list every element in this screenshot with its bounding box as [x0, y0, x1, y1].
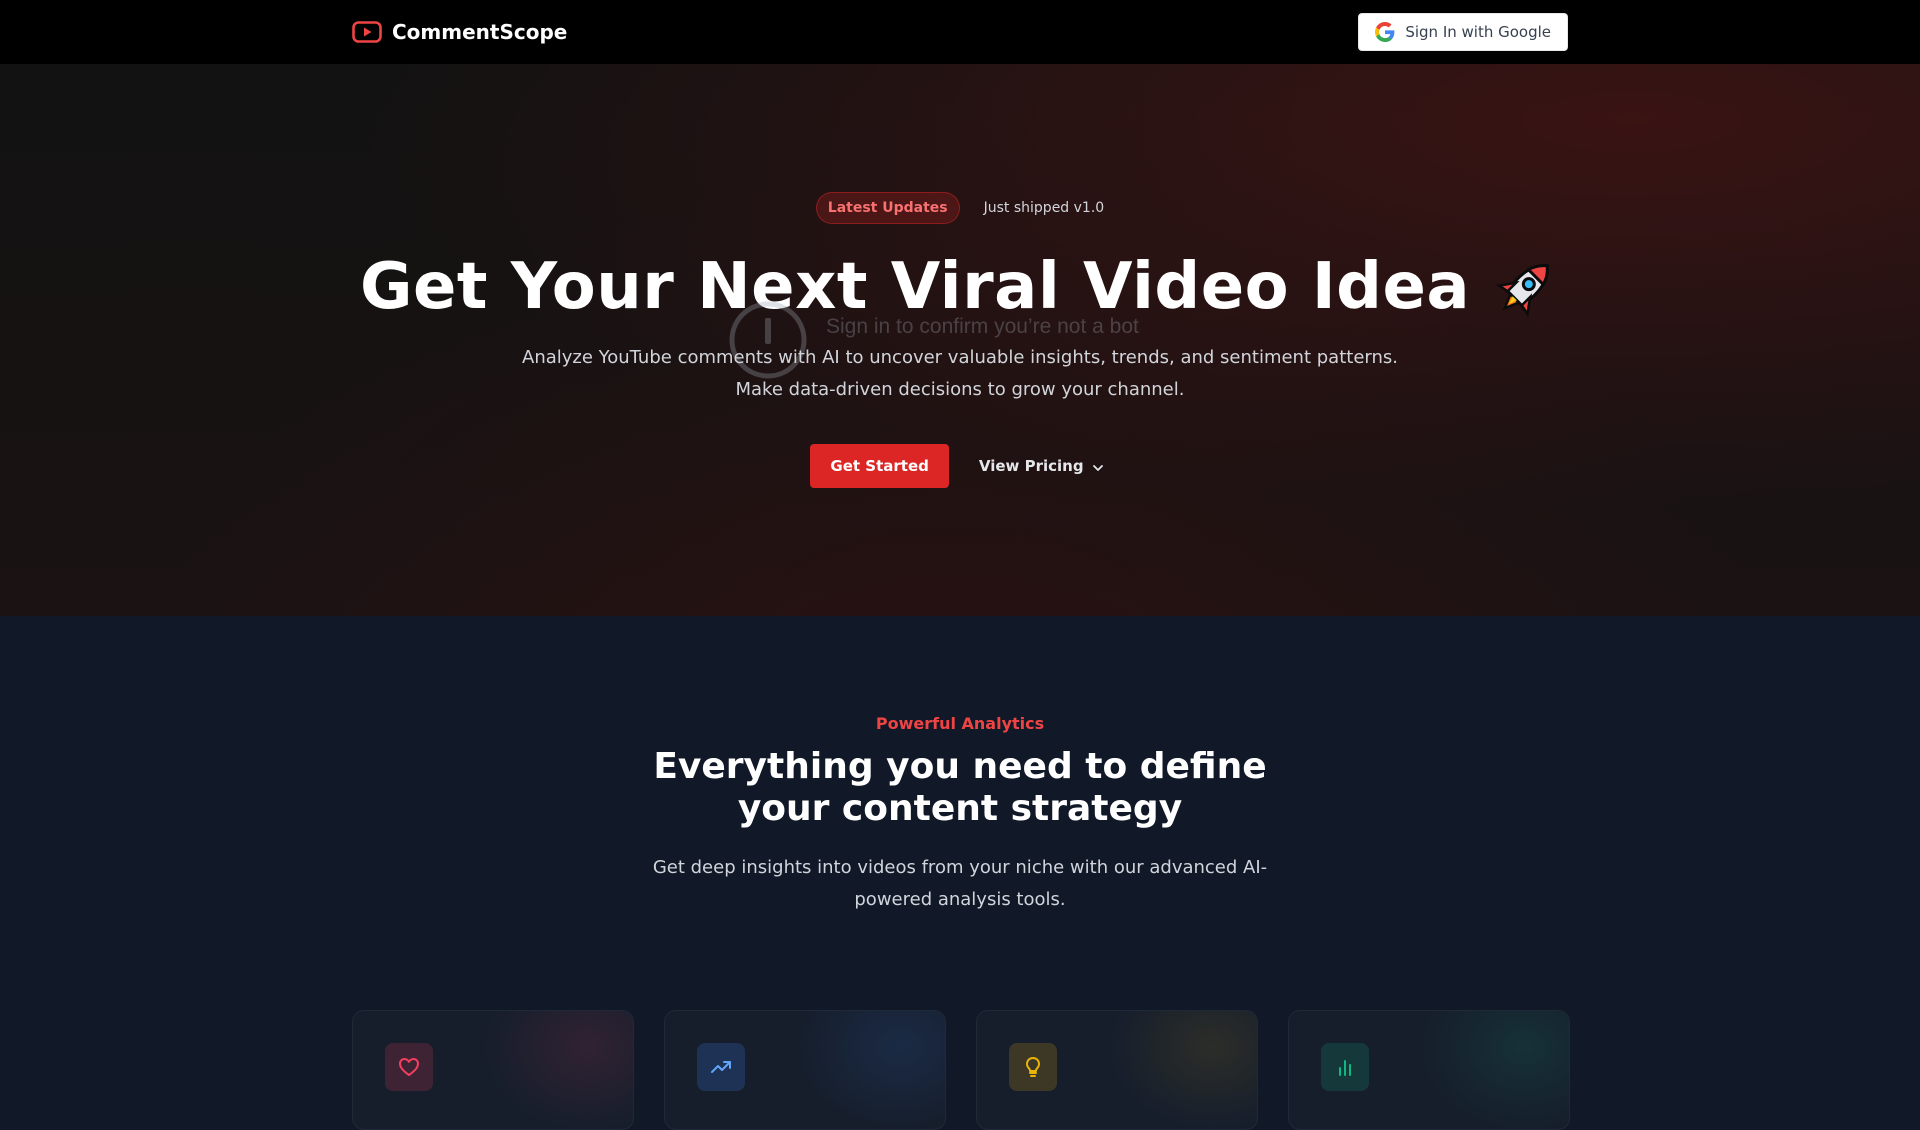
update-badge-row: Latest Updates Just shipped v1.0	[0, 192, 1920, 224]
bar-chart-icon	[1321, 1043, 1369, 1091]
youtube-play-icon	[352, 20, 382, 44]
latest-updates-badge[interactable]: Latest Updates	[815, 192, 960, 224]
feature-card-analytics[interactable]	[1288, 1010, 1570, 1130]
features-title-line2: your content strategy	[737, 788, 1183, 829]
rocket-icon	[1492, 253, 1560, 321]
features-eyebrow: Powerful Analytics	[875, 714, 1045, 733]
features-subtitle: Get deep insights into videos from your …	[0, 852, 1920, 916]
top-navbar: CommentScope Sign In with Google	[0, 0, 1920, 64]
trending-up-icon	[697, 1043, 745, 1091]
hero-cta-row: Get Started View Pricing	[0, 444, 1920, 488]
features-subtitle-line2: powered analysis tools.	[854, 889, 1066, 910]
release-note: Just shipped v1.0	[983, 200, 1105, 216]
feature-card-sentiment[interactable]	[352, 1010, 634, 1130]
hero-title: Get Your Next Viral Video Idea	[0, 250, 1920, 324]
hero-subtitle-line2: Make data-driven decisions to grow your …	[735, 379, 1185, 400]
hero-title-text: Get Your Next Viral Video Idea	[359, 250, 1471, 324]
features-title-line1: Everything you need to define	[653, 746, 1267, 787]
features-subtitle-line1: Get deep insights into videos from your …	[652, 857, 1268, 878]
google-logo-icon	[1375, 22, 1395, 42]
brand[interactable]: CommentScope	[352, 20, 567, 44]
lightbulb-icon	[1009, 1043, 1057, 1091]
hero-section: Latest Updates Just shipped v1.0 Get You…	[0, 64, 1920, 616]
view-pricing-button[interactable]: View Pricing	[973, 444, 1110, 488]
features-section: Powerful Analytics Everything you need t…	[0, 616, 1920, 1130]
hero-subtitle-line1: Analyze YouTube comments with AI to unco…	[522, 347, 1398, 368]
get-started-button[interactable]: Get Started	[810, 444, 949, 488]
sign-in-google-label: Sign In with Google	[1405, 23, 1551, 41]
features-title: Everything you need to define your conte…	[0, 746, 1920, 830]
chevron-down-icon	[1092, 460, 1104, 472]
feature-cards	[352, 1010, 1570, 1130]
heart-icon	[385, 1043, 433, 1091]
feature-card-ideas[interactable]	[976, 1010, 1258, 1130]
brand-name: CommentScope	[392, 20, 568, 44]
view-pricing-label: View Pricing	[978, 457, 1084, 475]
hero-subtitle: Analyze YouTube comments with AI to unco…	[0, 342, 1920, 406]
feature-card-trends[interactable]	[664, 1010, 946, 1130]
sign-in-google-button[interactable]: Sign In with Google	[1358, 13, 1568, 51]
